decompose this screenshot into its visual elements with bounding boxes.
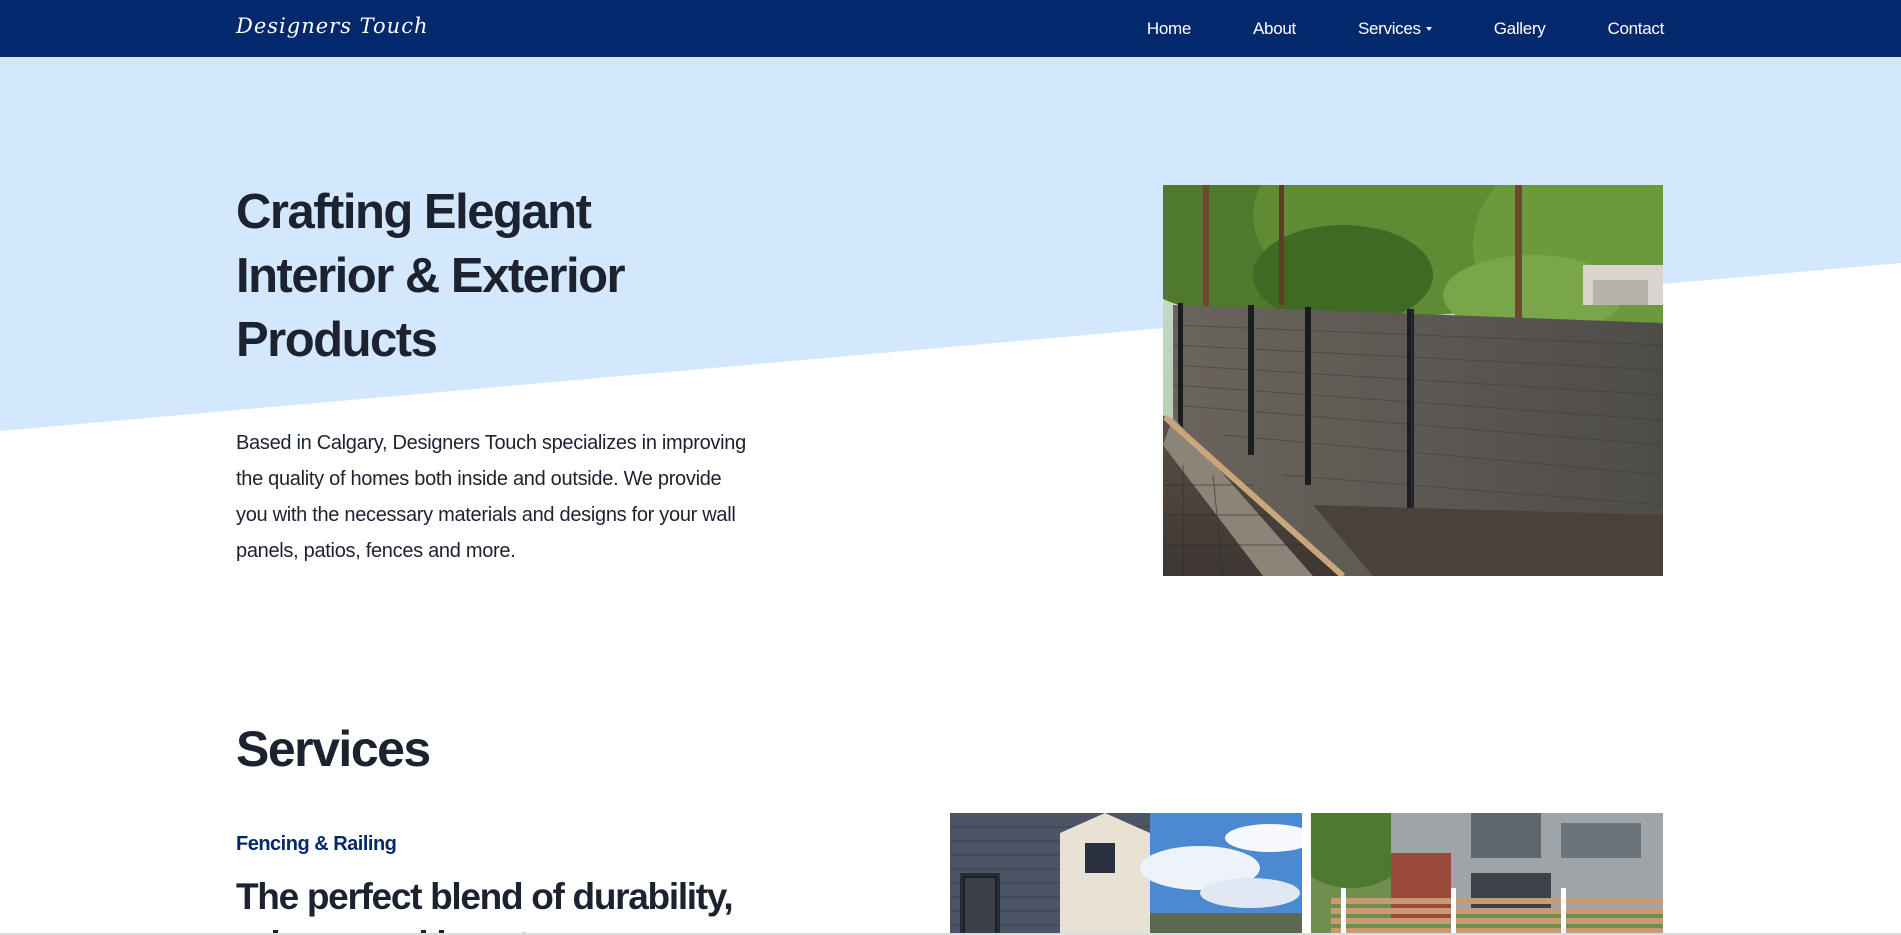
hero-title-line-2: Interior & Exterior <box>236 249 626 303</box>
nav-home-label: Home <box>1146 18 1192 38</box>
fencing-photo-2 <box>1311 813 1663 935</box>
nav-gallery[interactable]: Gallery <box>1494 19 1546 39</box>
caret-down-icon <box>1425 26 1432 31</box>
nav-gallery-label: Gallery <box>1493 18 1546 38</box>
main-nav: Home About Services Gallery Contact <box>1147 0 1664 57</box>
services-section-title: Services <box>236 721 431 777</box>
nav-about-label: About <box>1253 18 1296 38</box>
fencing-photo-1 <box>950 813 1302 935</box>
hero-fence-photo <box>1163 185 1663 576</box>
hero-title-line-1: Crafting Elegant <box>236 185 592 239</box>
nav-contact-label: Contact <box>1607 18 1665 38</box>
service-category-label: Fencing & Railing <box>236 833 397 855</box>
nav-home[interactable]: Home <box>1147 19 1191 39</box>
hero-title: Crafting Elegant Interior & Exterior Pro… <box>236 180 656 372</box>
nav-about[interactable]: About <box>1253 19 1296 39</box>
nav-services-label: Services <box>1357 18 1421 38</box>
top-navbar: Designers Touch Home About Services Gall… <box>0 0 1901 57</box>
brand-logo[interactable]: Designers Touch <box>236 14 428 38</box>
service-heading: The perfect blend of durability, privacy… <box>236 876 734 935</box>
hero-description: Based in Calgary, Designers Touch specia… <box>236 432 746 562</box>
nav-services-dropdown[interactable]: Services <box>1358 19 1432 39</box>
nav-contact[interactable]: Contact <box>1608 19 1665 39</box>
hero-title-line-3: Products <box>236 313 438 367</box>
